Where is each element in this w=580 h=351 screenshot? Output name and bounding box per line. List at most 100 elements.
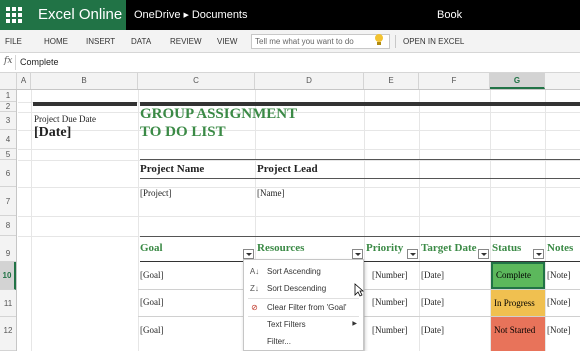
gridline (18, 130, 580, 131)
header-rule-left (33, 102, 137, 106)
gridline (18, 112, 580, 113)
breadcrumb-chevron-icon: ▶ (183, 12, 189, 19)
tab-home[interactable]: HOME (44, 30, 68, 53)
task-notes[interactable]: [Note] (547, 325, 571, 335)
task-notes[interactable]: [Note] (547, 297, 571, 307)
column-header-d[interactable]: D (255, 73, 364, 89)
column-header-g[interactable]: G (490, 73, 545, 89)
row-header-5[interactable]: 5 (0, 149, 16, 160)
task-status-complete[interactable]: Complete (491, 262, 545, 289)
sheet-title-line1: GROUP ASSIGNMENT (140, 106, 298, 122)
row-header-6[interactable]: 6 (0, 160, 16, 187)
gridline (18, 160, 580, 161)
row-header-11[interactable]: 11 (0, 290, 16, 317)
clear-filter-label: Clear Filter from 'Goal' (267, 303, 347, 312)
sort-descending-item[interactable]: Z↓ Sort Descending (244, 280, 363, 297)
column-header-e[interactable]: E (364, 73, 419, 89)
tab-file[interactable]: FILE (5, 30, 22, 53)
sort-ascending-icon: A↓ (249, 267, 260, 276)
clear-filter-item[interactable]: ⊘ Clear Filter from 'Goal' (244, 299, 363, 316)
filter-dropdown-priority[interactable] (407, 249, 418, 259)
task-goal[interactable]: [Goal] (140, 270, 164, 280)
task-notes[interactable]: [Note] (547, 270, 571, 280)
tab-view[interactable]: VIEW (217, 30, 237, 53)
task-status-in-progress[interactable]: In Progress (491, 290, 545, 316)
due-date-label: Project Due Date (34, 114, 96, 124)
column-header-c[interactable]: C (138, 73, 255, 89)
formula-input[interactable]: Complete (20, 57, 59, 67)
app-launcher[interactable]: Excel Online (0, 0, 126, 30)
task-goal[interactable]: [Goal] (140, 297, 164, 307)
row-header-9[interactable]: 9 (0, 236, 16, 262)
text-filters-item[interactable]: Text Filters ▶ (244, 316, 363, 333)
task-status-not-started[interactable]: Not Started (491, 317, 545, 351)
task-target-date[interactable]: [Date] (421, 325, 444, 335)
row-header-8[interactable]: 8 (0, 216, 16, 236)
select-all-corner[interactable] (0, 73, 17, 89)
row-header-3[interactable]: 3 (0, 112, 16, 130)
task-goal[interactable]: [Goal] (140, 325, 164, 335)
project-rule-mid (140, 178, 580, 179)
task-priority[interactable]: [Number] (372, 270, 408, 280)
filter-dropdown-goal[interactable] (243, 249, 254, 259)
task-target-date[interactable]: [Date] (421, 297, 444, 307)
task-priority[interactable]: [Number] (372, 297, 408, 307)
header-notes: Notes (547, 242, 574, 254)
project-lead-label: Project Lead (257, 163, 318, 175)
row-header-1[interactable]: 1 (0, 90, 16, 102)
project-name-label: Project Name (140, 163, 205, 175)
sort-descending-label: Sort Descending (267, 284, 327, 293)
column-header-h[interactable] (545, 73, 580, 89)
filter-dropdown-resources[interactable] (352, 249, 363, 259)
row-header-2[interactable]: 2 (0, 102, 16, 112)
row-header-7[interactable]: 7 (0, 187, 16, 216)
row-headers: 1 2 3 4 5 6 7 8 9 10 11 12 (0, 90, 17, 351)
tell-me-input[interactable]: Tell me what you want to do (251, 34, 390, 49)
header-resources: Resources (257, 242, 305, 254)
project-value[interactable]: [Project] (140, 188, 172, 198)
tab-data[interactable]: DATA (131, 30, 151, 53)
ribbon-tabs: FILE HOME INSERT DATA REVIEW VIEW Tell m… (0, 30, 580, 53)
due-date-value[interactable]: [Date] (34, 125, 71, 141)
ribbon-divider (395, 35, 396, 48)
sort-descending-icon: Z↓ (250, 284, 259, 293)
project-rule-top (140, 159, 580, 160)
gridline (18, 187, 580, 188)
filter-dropdown-target-date[interactable] (478, 249, 489, 259)
open-in-excel-button[interactable]: OPEN IN EXCEL (403, 30, 464, 53)
header-status: Status (492, 242, 522, 254)
column-header-a[interactable]: A (17, 73, 31, 89)
project-lead-value[interactable]: [Name] (257, 188, 284, 198)
app-name: Excel Online (38, 6, 123, 23)
header-goal: Goal (140, 242, 163, 254)
app-launcher-icon[interactable] (6, 7, 22, 23)
sort-ascending-item[interactable]: A↓ Sort Ascending (244, 263, 363, 280)
mouse-cursor-icon (354, 283, 364, 297)
row-header-4[interactable]: 4 (0, 130, 16, 149)
column-header-b[interactable]: B (31, 73, 138, 89)
breadcrumb-documents[interactable]: Documents (192, 9, 248, 21)
formula-divider (15, 55, 16, 70)
filter-dropdown-status[interactable] (533, 249, 544, 259)
task-priority[interactable]: [Number] (372, 325, 408, 335)
sheet-title-line2: TO DO LIST (140, 124, 226, 140)
column-headers: A B C D E F G (0, 73, 580, 90)
formula-bar: fx Complete (0, 53, 580, 73)
tab-insert[interactable]: INSERT (86, 30, 115, 53)
document-title[interactable]: Book (437, 0, 462, 30)
tab-review[interactable]: REVIEW (170, 30, 202, 53)
filter-item[interactable]: Filter... (244, 333, 363, 350)
text-filters-label: Text Filters (267, 320, 306, 329)
column-header-f[interactable]: F (419, 73, 490, 89)
row-header-12[interactable]: 12 (0, 317, 16, 351)
filter-label: Filter... (267, 337, 292, 346)
breadcrumb: OneDrive ▶ Documents (134, 0, 248, 30)
sort-ascending-label: Sort Ascending (267, 267, 321, 276)
task-target-date[interactable]: [Date] (421, 270, 444, 280)
row-header-10[interactable]: 10 (0, 262, 16, 290)
clear-filter-icon: ⊘ (251, 303, 258, 312)
gridline (18, 149, 580, 150)
breadcrumb-onedrive[interactable]: OneDrive (134, 9, 180, 21)
lightbulb-icon (375, 34, 383, 45)
function-icon[interactable]: fx (4, 56, 12, 66)
